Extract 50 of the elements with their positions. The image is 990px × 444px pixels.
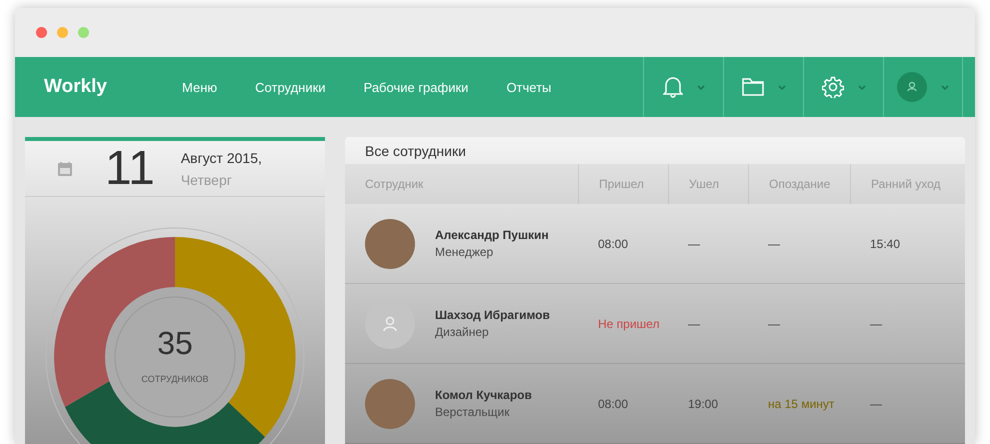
avatar-icon [897,72,927,102]
weekday: Четверг [180,172,233,188]
day-number: 11 [105,141,155,196]
card-title: Все сотрудники [364,142,467,161]
photo-placeholder [365,378,415,428]
logo[interactable]: Workly [44,76,108,98]
column-header[interactable]: Ранний уход [850,164,965,204]
caret-icon [778,84,786,90]
column-header[interactable]: Опоздание [748,164,850,204]
table-cell: — [688,236,700,250]
employee-name: Комол Кучкаров [435,388,532,402]
table-cell: Не пришел [598,316,660,330]
table-cell: — [870,396,882,410]
employee-role: Дизайнер [435,325,490,339]
count-label: СОТРУДНИКОВ [141,374,209,384]
caret-icon [696,84,704,90]
table-cell: — [870,316,882,330]
settings-icon [822,76,844,98]
employee-role: Верстальщик [435,405,510,419]
menu-link[interactable]: Меню [163,80,236,94]
person-icon [383,316,397,332]
table-cell: на 15 минут [768,396,834,410]
employee-name: Александр Пушкин [435,228,549,242]
calendar-icon [57,160,73,176]
employee-name: Шахзод Ибрагимов [435,308,550,322]
window-control-icon[interactable] [36,27,47,38]
employee-count: 35 [157,325,193,362]
photo-placeholder [365,218,415,268]
table-cell: — [768,236,780,250]
table-cell: 08:00 [598,236,628,250]
table-cell: 08:00 [598,396,628,410]
column-header[interactable]: Сотрудник [345,164,578,204]
caret-icon [941,84,949,90]
menu-link[interactable]: Рабочие графики [344,80,488,94]
folder-icon [742,78,764,96]
table-cell: — [688,316,700,330]
column-header[interactable]: Ушел [668,164,748,204]
menu-link[interactable]: Сотрудники [236,80,345,94]
month-year: Август 2015, [180,150,262,166]
employee-role: Менеджер [435,245,494,259]
window-control-icon[interactable] [57,27,68,38]
table-cell: 15:40 [870,236,900,250]
bell-icon [662,76,682,98]
toolbar-button[interactable] [883,57,963,117]
column-header[interactable]: Пришел [578,164,668,204]
caret-icon [858,84,866,90]
table-cell: — [768,316,780,330]
menu-link[interactable]: Отчеты [487,80,570,94]
window-control-icon[interactable] [78,27,89,38]
table-cell: 19:00 [688,396,718,410]
